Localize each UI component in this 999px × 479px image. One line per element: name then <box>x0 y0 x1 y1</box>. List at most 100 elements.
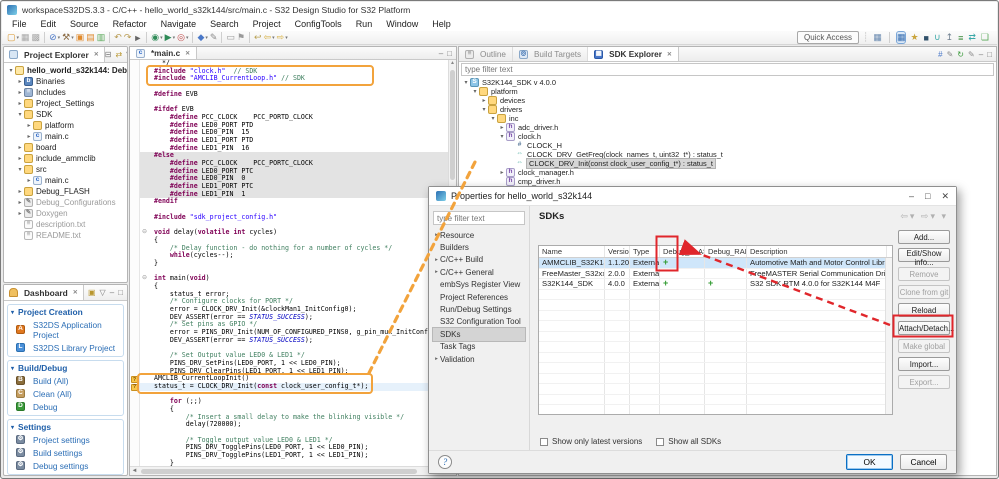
table-scrollbar[interactable] <box>885 258 892 414</box>
checkbox-show-only-latest-versions[interactable]: Show only latest versions <box>540 437 642 446</box>
chevron-down-icon[interactable]: ▾ <box>480 106 488 113</box>
minimize-icon[interactable]: – <box>909 191 914 202</box>
tree-item-clock-h[interactable]: # CLOCK_H <box>459 141 996 150</box>
dialog-nav-project-references[interactable]: Project References <box>433 291 525 303</box>
dialog-nav-embsys-register-view[interactable]: embSys Register View <box>433 279 525 291</box>
maximize-icon[interactable]: □ <box>118 288 123 297</box>
table-row-s32k144-sdk[interactable]: S32K144_SDK 4.0.0 External + + S32 SDK RTM 4.… <box>539 279 892 290</box>
maximize-icon[interactable]: □ <box>447 49 452 58</box>
maximize-icon[interactable]: □ <box>987 50 992 59</box>
chevron-down-icon[interactable]: ▾ <box>498 133 506 140</box>
chevron-right-icon[interactable]: ▸ <box>25 133 33 140</box>
close-icon[interactable]: ✕ <box>94 51 99 58</box>
chevron-right-icon[interactable]: ▸ <box>433 356 440 362</box>
tab-main-c[interactable]: c *main.c ✕ <box>130 47 198 59</box>
edit-strike-icon[interactable]: ✎ <box>968 50 975 59</box>
chevron-down-icon[interactable]: ▾ <box>471 88 479 95</box>
dropdown-caret-icon[interactable]: ▾ <box>58 35 61 41</box>
tree-item-doxygen[interactable]: ▸ ✎ Doxygen <box>4 208 127 219</box>
scrollbar-thumb[interactable] <box>141 468 417 474</box>
tree-item-main-c[interactable]: ▸ c main.c <box>4 131 127 142</box>
save-all-icon[interactable]: ▩ <box>31 32 42 44</box>
skip-breakpoints-icon[interactable]: ⊘ ▾ <box>48 32 61 44</box>
table-row-empty[interactable] <box>539 373 892 384</box>
column-header-debug-ram[interactable]: Debug_RAM <box>705 246 747 257</box>
redo-icon[interactable]: ↷ <box>123 32 133 44</box>
menu-help[interactable]: Help <box>425 18 458 30</box>
column-header-type[interactable]: Type <box>630 246 660 257</box>
dialog-nav-resource[interactable]: ▸ Resource <box>433 229 525 241</box>
fold-minus-icon[interactable]: ⊖ <box>142 229 150 237</box>
dropdown-caret-icon[interactable]: ▾ <box>272 35 275 41</box>
dashboard-link-project-settings[interactable]: ⚙ Project settings <box>11 433 120 446</box>
ok-button[interactable]: OK <box>846 454 893 470</box>
last-edit-icon[interactable]: ↩ <box>253 32 263 44</box>
run-icon[interactable]: ▶ ▾ <box>164 32 176 44</box>
dashboard-link-build-all[interactable]: B Build (All) <box>11 374 120 387</box>
chevron-down-icon[interactable]: ▾ <box>489 115 497 122</box>
tab-dashboard[interactable]: Dashboard ✕ <box>4 285 84 300</box>
menu-configtools[interactable]: ConfigTools <box>288 18 349 30</box>
dialog-button-import[interactable]: Import... <box>898 357 950 371</box>
profile-icon[interactable]: ◎ ▾ <box>176 32 189 44</box>
search-icon[interactable]: ✎ <box>209 32 219 44</box>
dropdown-caret-icon[interactable]: ▾ <box>173 35 176 41</box>
tree-item-clock-h[interactable]: ▾ h clock.h <box>459 132 996 141</box>
hash-icon[interactable]: # <box>938 50 942 59</box>
dialog-button-clone-from-git[interactable]: Clone from git <box>898 285 950 299</box>
dropdown-caret-icon[interactable]: ▾ <box>17 35 20 41</box>
chevron-right-icon[interactable]: ▸ <box>16 100 24 107</box>
dashboard-section-header[interactable]: ▾ Settings <box>11 421 120 433</box>
table-row-empty[interactable] <box>539 289 892 300</box>
menu-source[interactable]: Source <box>63 18 106 30</box>
select-tool-icon[interactable]: ► <box>132 32 143 44</box>
back-icon[interactable]: ⇦ ▾ <box>263 32 276 44</box>
chevron-right-icon[interactable]: ▸ <box>16 78 24 85</box>
table-row-empty[interactable] <box>539 352 892 363</box>
chevron-right-icon[interactable]: ▸ <box>433 269 440 275</box>
chevron-down-icon[interactable]: ▾ <box>7 67 15 74</box>
update-code-icon[interactable]: ▥ <box>96 32 107 44</box>
hardware-perspective-icon[interactable]: ■ <box>923 32 930 44</box>
chevron-right-icon[interactable]: ▸ <box>498 169 506 176</box>
sync-perspective-icon[interactable]: ⇄ <box>967 32 977 44</box>
tree-item-readme-txt[interactable]: ≡ README.txt <box>4 230 127 241</box>
dashboard-link-build-settings[interactable]: ⚙ Build settings <box>11 446 120 459</box>
table-row-freemaster-s32xx[interactable]: FreeMaster_S32xx 2.0.0 External FreeMASTER … <box>539 268 892 279</box>
minimize-icon[interactable]: – <box>439 49 443 58</box>
help-button[interactable]: ? <box>438 455 452 469</box>
link-editor-icon[interactable]: ⇄ <box>115 50 122 59</box>
tree-item-clock-drv-getfreq-clock-name[interactable]: ⇔ CLOCK_DRV_GetFreq(clock_names_t, uint32… <box>459 150 996 159</box>
menu-window[interactable]: Window <box>379 18 425 30</box>
menu-refactor[interactable]: Refactor <box>106 18 154 30</box>
tree-item-sdk[interactable]: ▾ SDK <box>4 109 127 120</box>
dashboard-link-debug[interactable]: D Debug <box>11 400 120 413</box>
chevron-right-icon[interactable]: ▸ <box>498 124 506 131</box>
dialog-button-export[interactable]: Export... <box>898 375 950 389</box>
tree-item-clock-drv-init-const-clock-u[interactable]: ⇔ CLOCK_DRV_Init(const clock_user_config_… <box>459 158 996 169</box>
tree-item-includes[interactable]: ▸ ≡ Includes <box>4 87 127 98</box>
open-folder-icon[interactable]: ▣ <box>88 288 96 297</box>
config-tool-icon[interactable]: ▤ <box>85 32 96 44</box>
maximize-icon[interactable]: □ <box>925 191 930 202</box>
scrollbar-thumb[interactable] <box>450 70 455 180</box>
dialog-nav-validation[interactable]: ▸ Validation <box>433 353 525 365</box>
chevron-right-icon[interactable]: ▸ <box>16 144 24 151</box>
tree-item-project-settings[interactable]: ▸ Project_Settings <box>4 98 127 109</box>
tab-project-explorer[interactable]: Project Explorer ✕ <box>4 47 105 62</box>
tab-outline[interactable]: ≡ Outline <box>459 47 513 61</box>
menu-edit[interactable]: Edit <box>34 18 64 30</box>
union-perspective-icon[interactable]: ∪ <box>933 32 942 44</box>
sdk-filter-input[interactable] <box>461 63 994 76</box>
fold-minus-icon[interactable]: ⊖ <box>142 275 150 283</box>
dashboard-section-header[interactable]: ▾ Project Creation <box>11 306 120 318</box>
tree-item-debug-configurations[interactable]: ▸ ✎ Debug_Configurations <box>4 197 127 208</box>
code-area[interactable]: */#include "clock.h" // SDK #include "AMC… <box>140 60 448 466</box>
open-perspective-icon[interactable]: ▦ <box>872 32 883 44</box>
chevron-down-icon[interactable]: ▾ <box>16 166 24 173</box>
dashboard-section-header[interactable]: ▾ Build/Debug <box>11 362 120 374</box>
dialog-button-remove[interactable]: Remove <box>898 267 950 281</box>
refresh-icon[interactable]: ↻ <box>957 50 964 59</box>
chevron-right-icon[interactable]: ▸ <box>25 177 33 184</box>
tree-item-main-c[interactable]: ▸ c main.c <box>4 175 127 186</box>
